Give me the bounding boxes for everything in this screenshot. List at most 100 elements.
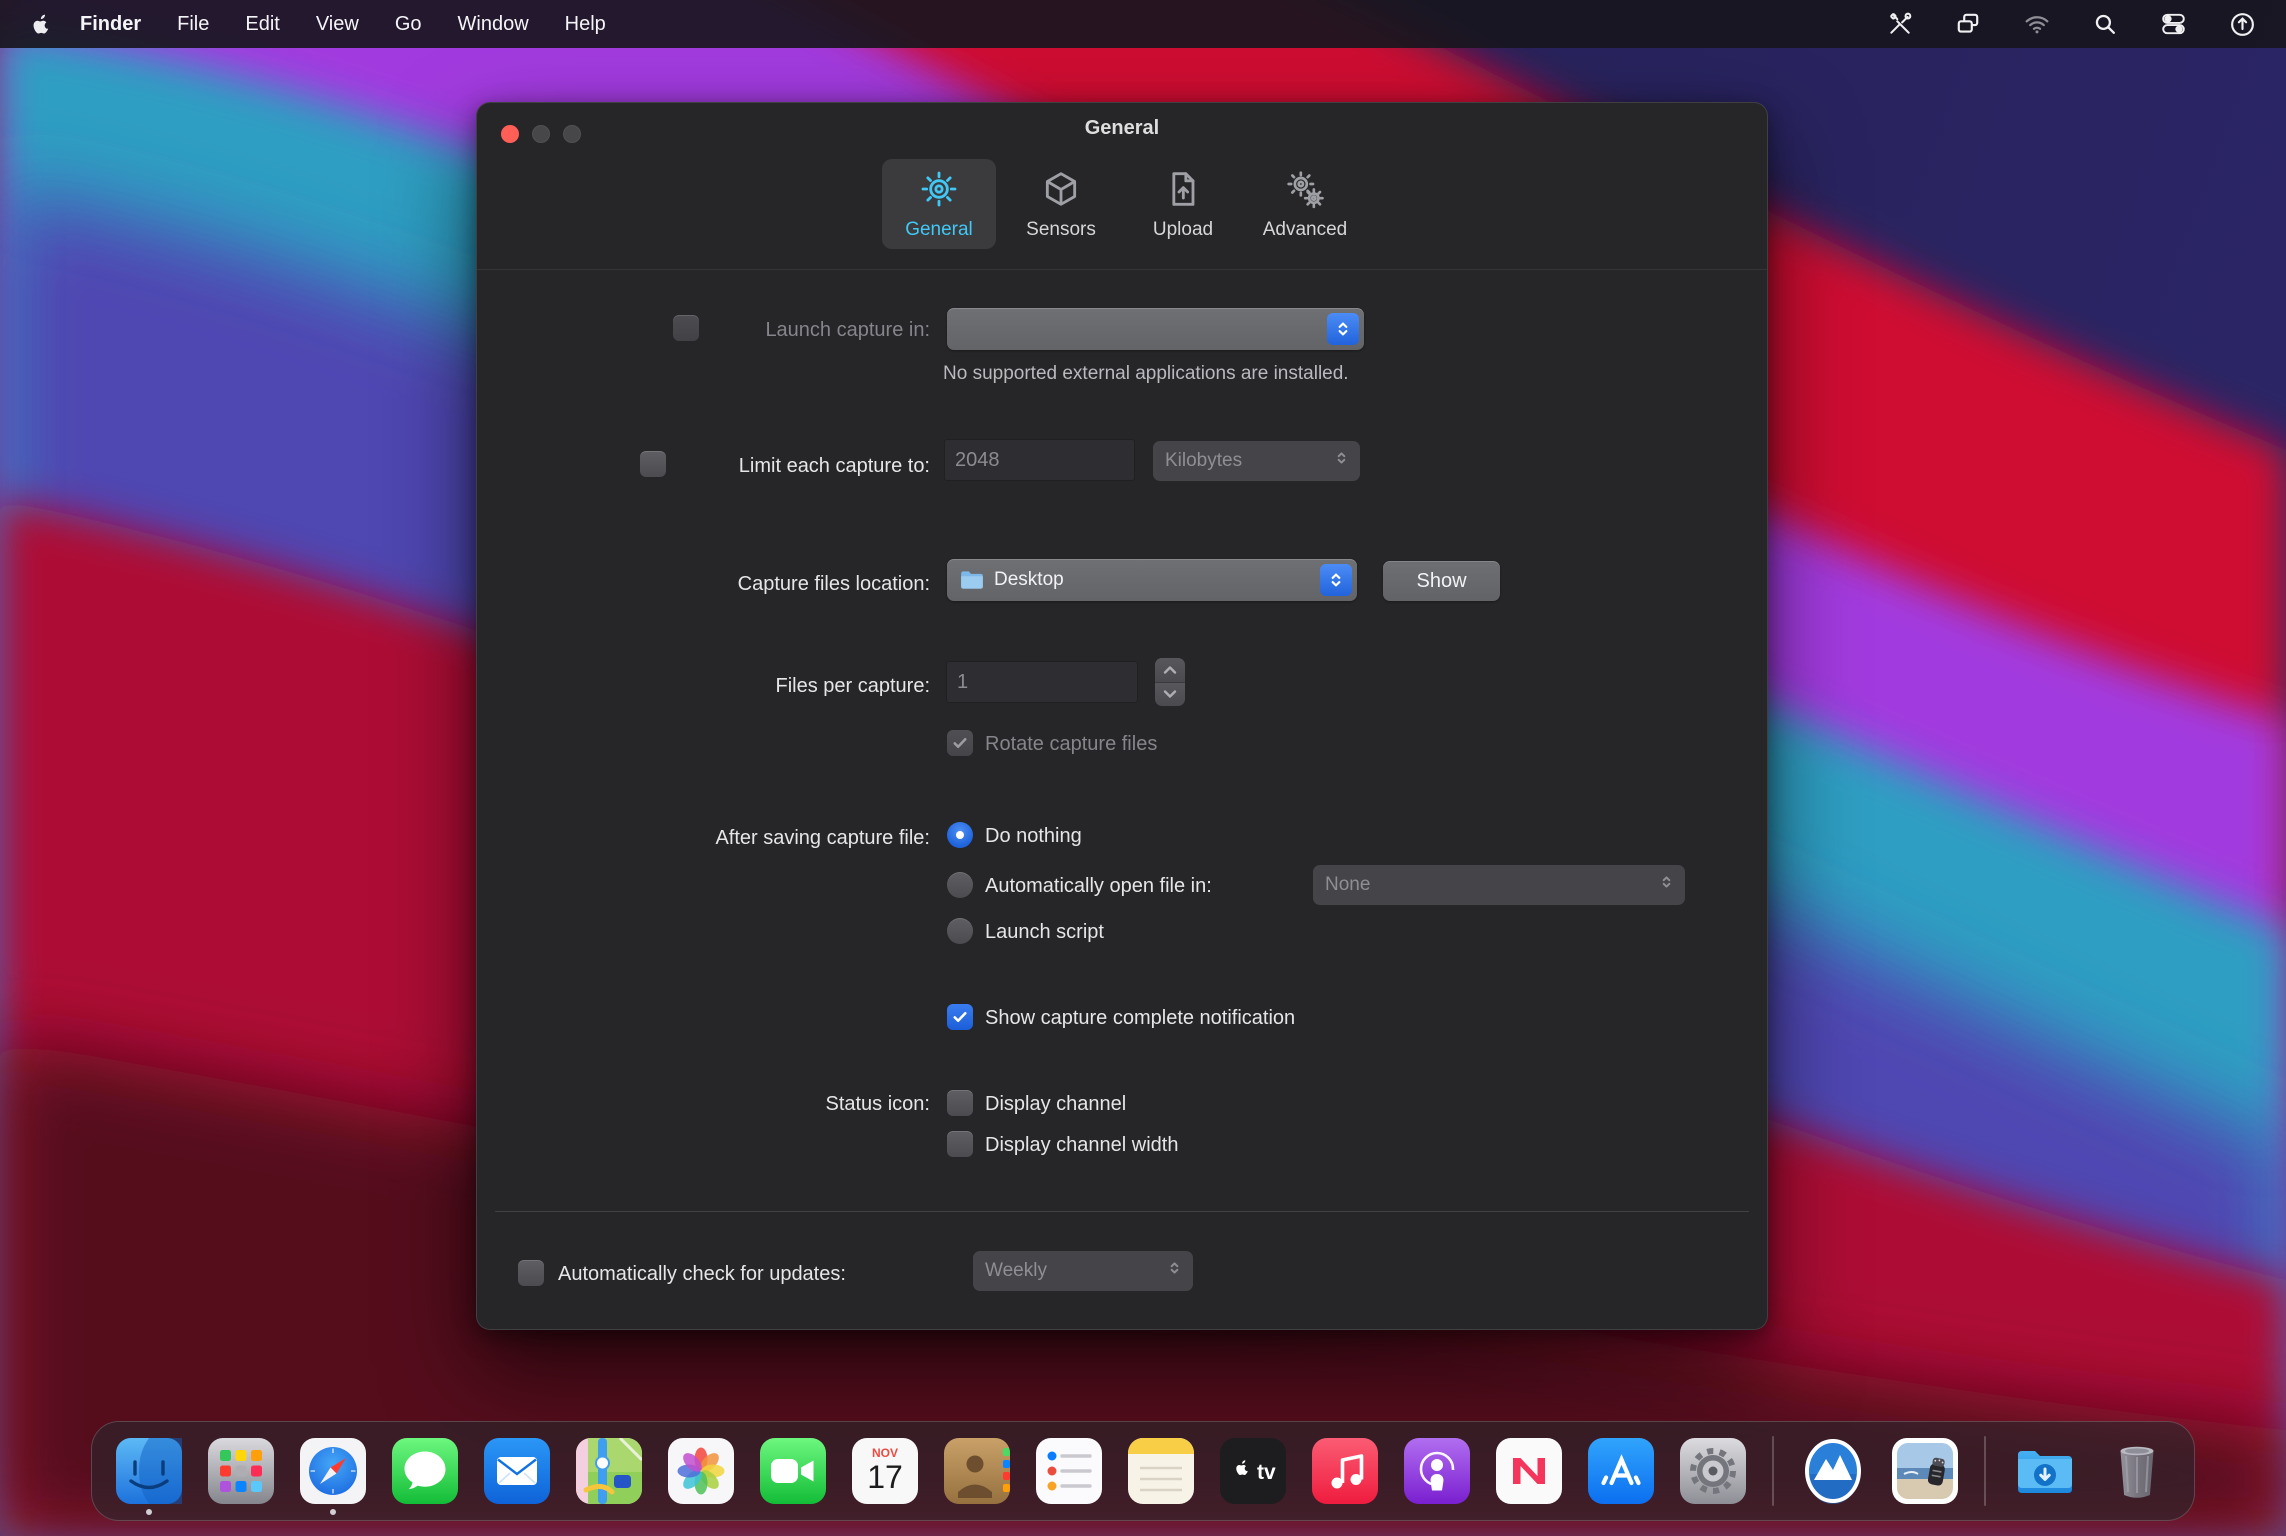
capture-location-popup[interactable]: Desktop bbox=[947, 559, 1357, 601]
rotate-capture-checkbox bbox=[947, 730, 973, 756]
status-icon-label: Status icon: bbox=[825, 1093, 930, 1115]
stepper-up-icon bbox=[1155, 658, 1185, 682]
calendar-month: NOV bbox=[872, 1446, 898, 1460]
dock-calendar-icon[interactable]: NOV 17 bbox=[852, 1438, 918, 1504]
tab-sensors-label: Sensors bbox=[1026, 219, 1096, 240]
display-channel-width-label: Display channel width bbox=[985, 1134, 1179, 1156]
check-updates-label: Automatically check for updates: bbox=[558, 1263, 846, 1285]
cube-icon bbox=[1041, 169, 1081, 214]
files-per-capture-label: Files per capture: bbox=[775, 675, 930, 697]
display-channel-label: Display channel bbox=[985, 1093, 1127, 1115]
dock-system-preferences-icon[interactable] bbox=[1680, 1438, 1746, 1504]
popup-chevrons-icon bbox=[1327, 313, 1359, 345]
windows-menu-icon[interactable] bbox=[1955, 11, 1981, 37]
menu-go[interactable]: Go bbox=[395, 13, 422, 36]
dock-salt-app-icon[interactable] bbox=[1892, 1438, 1958, 1504]
dock-maps-icon[interactable] bbox=[576, 1438, 642, 1504]
tab-general-label: General bbox=[905, 219, 973, 240]
display-channel-checkbox[interactable] bbox=[947, 1090, 973, 1116]
limit-capture-size-field: 2048 bbox=[944, 439, 1135, 481]
launch-capture-checkbox bbox=[673, 315, 699, 341]
check-updates-checkbox[interactable] bbox=[518, 1260, 544, 1286]
dock: NOV 17 tv bbox=[91, 1421, 2195, 1521]
menu-window[interactable]: Window bbox=[458, 13, 529, 36]
popup-chevrons-icon bbox=[1658, 874, 1675, 897]
tab-upload-label: Upload bbox=[1152, 219, 1214, 240]
display-channel-width-checkbox[interactable] bbox=[947, 1131, 973, 1157]
toolbar-divider bbox=[477, 269, 1767, 270]
show-button-label: Show bbox=[1416, 569, 1467, 592]
dock-finder-icon[interactable] bbox=[116, 1438, 182, 1515]
tab-general[interactable]: General bbox=[882, 159, 996, 249]
dock-facetime-icon[interactable] bbox=[760, 1438, 826, 1504]
toolbar-tabs: General Sensors Upload Advanced bbox=[477, 159, 1767, 249]
dock-mail-icon[interactable] bbox=[484, 1438, 550, 1504]
do-nothing-label: Do nothing bbox=[985, 825, 1082, 847]
section-divider bbox=[495, 1211, 1749, 1212]
double-gear-icon bbox=[1285, 169, 1325, 214]
files-per-capture-stepper bbox=[1155, 658, 1185, 706]
clock-arrow-icon[interactable] bbox=[2229, 11, 2256, 38]
preferences-window: General General Sensors Upload Advanced … bbox=[476, 102, 1768, 1330]
after-saving-label: After saving capture file: bbox=[715, 827, 930, 849]
apple-menu-icon[interactable] bbox=[30, 13, 52, 35]
menu-help[interactable]: Help bbox=[565, 13, 606, 36]
dock-separator bbox=[1772, 1436, 1774, 1506]
dock-notes-icon[interactable] bbox=[1128, 1438, 1194, 1504]
tab-advanced[interactable]: Advanced bbox=[1248, 159, 1362, 249]
capture-location-label: Capture files location: bbox=[737, 573, 930, 595]
menu-edit[interactable]: Edit bbox=[245, 13, 279, 36]
dock-contacts-icon[interactable] bbox=[944, 1438, 1010, 1504]
limit-capture-size-value: 2048 bbox=[955, 448, 1000, 471]
calendar-day: 17 bbox=[867, 1459, 903, 1495]
popup-chevrons-icon bbox=[1166, 1260, 1183, 1283]
dock-trash-icon[interactable] bbox=[2104, 1438, 2170, 1504]
show-button[interactable]: Show bbox=[1383, 561, 1500, 601]
tab-sensors[interactable]: Sensors bbox=[1004, 159, 1118, 249]
auto-open-value: None bbox=[1325, 874, 1371, 895]
dock-launchpad-icon[interactable] bbox=[208, 1438, 274, 1504]
updates-frequency-popup: Weekly bbox=[973, 1251, 1193, 1291]
launch-capture-note: No supported external applications are i… bbox=[943, 363, 1349, 384]
wifi-icon[interactable] bbox=[2023, 11, 2051, 37]
menu-file[interactable]: File bbox=[177, 13, 209, 36]
menu-view[interactable]: View bbox=[316, 13, 359, 36]
capture-location-value: Desktop bbox=[994, 569, 1064, 590]
auto-open-label: Automatically open file in: bbox=[985, 875, 1212, 897]
control-center-icon[interactable] bbox=[2160, 11, 2187, 37]
menu-app-name[interactable]: Finder bbox=[80, 13, 141, 36]
dock-downloads-folder-icon[interactable] bbox=[2012, 1438, 2078, 1504]
notification-label: Show capture complete notification bbox=[985, 1007, 1296, 1029]
limit-capture-checkbox[interactable] bbox=[640, 451, 666, 477]
dock-messages-icon[interactable] bbox=[392, 1438, 458, 1504]
auto-open-radio[interactable] bbox=[947, 872, 973, 898]
dock-capture-app-icon[interactable] bbox=[1800, 1438, 1866, 1504]
dock-reminders-icon[interactable] bbox=[1036, 1438, 1102, 1504]
tools-menu-icon[interactable] bbox=[1887, 11, 1913, 37]
do-nothing-radio[interactable] bbox=[947, 822, 973, 848]
tv-label: tv bbox=[1257, 1461, 1276, 1484]
dock-tv-icon[interactable]: tv bbox=[1220, 1438, 1286, 1504]
tab-upload[interactable]: Upload bbox=[1126, 159, 1240, 249]
dock-safari-icon[interactable] bbox=[300, 1438, 366, 1515]
files-per-capture-value: 1 bbox=[957, 670, 969, 693]
window-title: General bbox=[1084, 117, 1160, 139]
dock-app-store-icon[interactable] bbox=[1588, 1438, 1654, 1504]
dock-podcasts-icon[interactable] bbox=[1404, 1438, 1470, 1504]
popup-chevrons-icon bbox=[1333, 450, 1350, 473]
dock-separator bbox=[1984, 1436, 1986, 1506]
menu-bar: Finder File Edit View Go Window Help bbox=[0, 0, 2286, 48]
limit-capture-label: Limit each capture to: bbox=[738, 455, 930, 477]
auto-open-popup: None bbox=[1313, 865, 1685, 905]
folder-icon bbox=[959, 569, 985, 591]
dock-music-icon[interactable] bbox=[1312, 1438, 1378, 1504]
spotlight-search-icon[interactable] bbox=[2093, 12, 2118, 37]
launch-capture-popup[interactable] bbox=[947, 308, 1364, 350]
dock-photos-icon[interactable] bbox=[668, 1438, 734, 1504]
notification-checkbox[interactable] bbox=[947, 1004, 973, 1030]
launch-capture-label: Launch capture in: bbox=[765, 319, 930, 341]
limit-capture-unit-popup: Kilobytes bbox=[1153, 441, 1360, 481]
launch-script-radio[interactable] bbox=[947, 918, 973, 944]
dock-news-icon[interactable] bbox=[1496, 1438, 1562, 1504]
launch-script-label: Launch script bbox=[985, 921, 1104, 943]
